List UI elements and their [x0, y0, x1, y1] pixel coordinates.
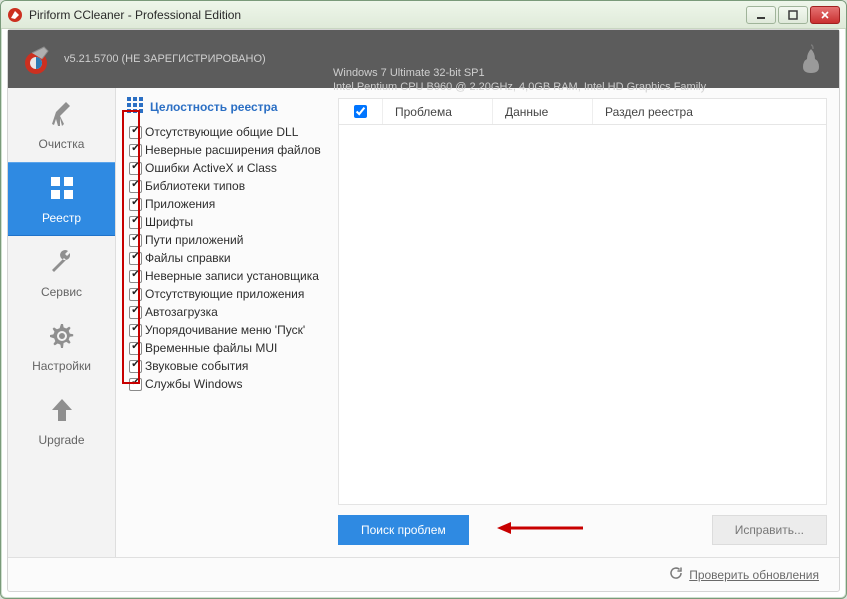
- app-window: Piriform CCleaner - Professional Edition…: [0, 0, 847, 599]
- registry-checkbox[interactable]: [129, 234, 142, 247]
- grid-icon: [48, 174, 76, 205]
- results-table: Проблема Данные Раздел реестра: [338, 98, 827, 505]
- table-header: Проблема Данные Раздел реестра: [339, 99, 826, 125]
- app-inner: v5.21.5700 (НЕ ЗАРЕГИСТРИРОВАНО) Windows…: [7, 29, 840, 592]
- arrow-up-icon: [48, 396, 76, 427]
- registry-item-label: Автозагрузка: [145, 303, 321, 321]
- sidebar-label: Сервис: [41, 285, 82, 299]
- registry-item-label: Файлы справки: [145, 249, 321, 267]
- maximize-button[interactable]: [778, 6, 808, 24]
- results-panel: Проблема Данные Раздел реестра Поиск про…: [338, 88, 839, 557]
- window-title: Piriform CCleaner - Professional Edition: [29, 8, 746, 22]
- gear-icon: [48, 322, 76, 353]
- registry-checkbox[interactable]: [129, 144, 142, 157]
- select-all-checkbox[interactable]: [354, 105, 367, 118]
- pear-icon: [797, 43, 825, 75]
- registry-checkbox[interactable]: [129, 324, 142, 337]
- fix-button[interactable]: Исправить...: [712, 515, 827, 545]
- registry-item-label: Неверные записи установщика: [145, 267, 321, 285]
- hardware-info: Intel Pentium CPU B960 @ 2.20GHz, 4,0GB …: [333, 80, 706, 94]
- sidebar: Очистка Реестр Сервис Настройки Upgrade: [8, 88, 116, 557]
- section-title: Целостность реестра: [126, 96, 330, 117]
- col-registry[interactable]: Раздел реестра: [593, 99, 826, 124]
- registry-checkbox[interactable]: [129, 126, 142, 139]
- app-header: v5.21.5700 (НЕ ЗАРЕГИСТРИРОВАНО) Windows…: [8, 30, 839, 88]
- registry-options-panel: Целостность реестра Отсутствующие общие …: [116, 88, 338, 557]
- select-all-cell[interactable]: [339, 99, 383, 124]
- registry-checkbox[interactable]: [129, 216, 142, 229]
- titlebar[interactable]: Piriform CCleaner - Professional Edition: [1, 1, 846, 29]
- broom-icon: [48, 100, 76, 131]
- col-data[interactable]: Данные: [493, 99, 593, 124]
- registry-item-label: Службы Windows: [145, 375, 321, 393]
- app-favicon: [7, 7, 23, 23]
- refresh-icon: [669, 566, 683, 583]
- sidebar-label: Очистка: [39, 137, 85, 151]
- os-info: Windows 7 Ultimate 32-bit SP1: [333, 66, 706, 80]
- registry-item-label: Пути приложений: [145, 231, 321, 249]
- arrow-annotation-icon: [495, 519, 585, 542]
- registry-item-label: Приложения: [145, 195, 321, 213]
- registry-checkbox[interactable]: [129, 378, 142, 391]
- check-updates-link[interactable]: Проверить обновления: [689, 568, 819, 582]
- sidebar-item-tools[interactable]: Сервис: [8, 236, 115, 310]
- close-button[interactable]: [810, 6, 840, 24]
- registry-checkbox[interactable]: [129, 198, 142, 211]
- registry-item-label: Временные файлы MUI: [145, 339, 321, 357]
- sidebar-item-cleanup[interactable]: Очистка: [8, 88, 115, 162]
- scan-button[interactable]: Поиск проблем: [338, 515, 469, 545]
- registry-item-label: Неверные расширения файлов: [145, 141, 321, 159]
- sidebar-label: Upgrade: [38, 433, 84, 447]
- registry-checkbox[interactable]: [129, 288, 142, 301]
- sidebar-item-registry[interactable]: Реестр: [8, 162, 115, 236]
- registry-item-label: Библиотеки типов: [145, 177, 321, 195]
- registry-checkbox[interactable]: [129, 270, 142, 283]
- registry-item-label: Шрифты: [145, 213, 321, 231]
- footer: Проверить обновления: [8, 557, 839, 591]
- sidebar-label: Реестр: [42, 211, 81, 225]
- sidebar-item-upgrade[interactable]: Upgrade: [8, 384, 115, 458]
- registry-checkbox[interactable]: [129, 306, 142, 319]
- version-text: v5.21.5700 (НЕ ЗАРЕГИСТРИРОВАНО): [64, 53, 797, 65]
- registry-item-label: Звуковые события: [145, 357, 321, 375]
- registry-checkbox[interactable]: [129, 252, 142, 265]
- col-problem[interactable]: Проблема: [383, 99, 493, 124]
- registry-item-label: Ошибки ActiveX и Class: [145, 159, 321, 177]
- minimize-button[interactable]: [746, 6, 776, 24]
- registry-item-label: Отсутствующие общие DLL: [145, 123, 321, 141]
- registry-item-label: Упорядочивание меню 'Пуск': [145, 321, 321, 339]
- wrench-icon: [48, 248, 76, 279]
- ccleaner-logo-icon: [22, 43, 54, 75]
- registry-checkbox[interactable]: [129, 360, 142, 373]
- grid-small-icon: [126, 96, 144, 117]
- registry-checkbox[interactable]: [129, 342, 142, 355]
- registry-checkbox[interactable]: [129, 180, 142, 193]
- sidebar-item-options[interactable]: Настройки: [8, 310, 115, 384]
- registry-checkbox[interactable]: [129, 162, 142, 175]
- sidebar-label: Настройки: [32, 359, 91, 373]
- registry-item-label: Отсутствующие приложения: [145, 285, 321, 303]
